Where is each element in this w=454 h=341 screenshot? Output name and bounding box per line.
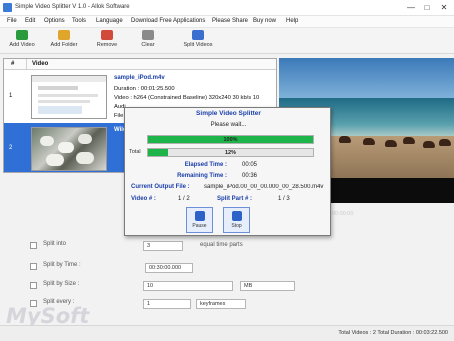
menu-options[interactable]: Options [44, 18, 65, 24]
every-unit-select[interactable]: keyframes [196, 299, 246, 309]
split-into-suffix: equal time parts [200, 242, 243, 248]
clear-icon [142, 30, 154, 40]
split-by-size-label: Split by Size : [43, 281, 80, 287]
menu-bar: File Edit Options Tools Language Downloa… [0, 16, 454, 28]
menu-buy-now[interactable]: Buy now [253, 18, 276, 24]
add-folder-icon [58, 30, 70, 40]
video-duration: Duration : 00:01:25.500 [114, 86, 175, 92]
horse-shape [363, 138, 375, 145]
split-by-time-field[interactable]: 00:30:00.000 [145, 263, 193, 273]
split-by-size-checkbox[interactable] [30, 282, 37, 289]
video-number-value: 1 / 2 [178, 196, 190, 202]
split-videos-button[interactable]: Split Videos [178, 30, 218, 52]
split-into-checkbox[interactable] [30, 242, 37, 249]
split-by-time-checkbox[interactable] [30, 263, 37, 270]
pause-label: Pause [192, 223, 207, 229]
split-into-label: Split into [43, 241, 67, 247]
clear-label: Clear [141, 42, 155, 48]
table-header: # Video [4, 59, 276, 70]
menu-download-free-applications[interactable]: Download Free Applications [131, 18, 205, 24]
menu-edit[interactable]: Edit [25, 18, 35, 24]
file-progress-percent: 100% [223, 137, 238, 143]
remaining-time-label: Remaining Time : [177, 173, 227, 179]
app-icon [3, 3, 12, 12]
app-window: Simple Video Splitter V 1.0 - Allok Soft… [0, 0, 454, 341]
title-bar: Simple Video Splitter V 1.0 - Allok Soft… [0, 0, 454, 16]
header-video: Video [32, 61, 49, 67]
clear-button[interactable]: Clear [128, 30, 168, 52]
horse-shape [403, 137, 415, 144]
menu-tools[interactable]: Tools [72, 18, 86, 24]
row-number: 2 [9, 145, 13, 151]
stop-button[interactable]: Stop [223, 207, 250, 233]
menu-language[interactable]: Language [96, 18, 123, 24]
minimize-button[interactable]: — [404, 2, 418, 13]
add-video-button[interactable]: Add Video [2, 30, 42, 52]
video-thumbnail [31, 75, 107, 119]
horse-shape [339, 136, 351, 143]
split-into-field[interactable]: 3 [143, 241, 183, 251]
total-progress-percent: 12% [224, 150, 236, 156]
video-number-label: Video # : [131, 196, 156, 202]
size-unit-select[interactable]: MB [240, 281, 295, 291]
total-progress-bar: 12% [147, 148, 314, 157]
add-folder-button[interactable]: Add Folder [44, 30, 84, 52]
elapsed-time-value: 00:05 [242, 162, 258, 168]
split-videos-label: Split Videos [183, 42, 213, 48]
pause-button[interactable]: Pause [186, 207, 213, 233]
video-thumbnail [31, 127, 107, 171]
split-by-size-field[interactable]: 10 [143, 281, 233, 291]
remove-icon [101, 30, 113, 40]
header-number: # [11, 61, 15, 67]
toolbar: Add Video Add Folder Remove Clear Split … [0, 28, 454, 54]
add-video-icon [16, 30, 28, 40]
add-video-label: Add Video [9, 42, 35, 48]
add-folder-label: Add Folder [50, 42, 78, 48]
horse-shape [385, 140, 397, 147]
dialog-title: Simple Video Splitter [196, 110, 261, 117]
window-title: Simple Video Splitter V 1.0 - Allok Soft… [15, 4, 130, 10]
progress-dialog: Simple Video Splitter Please wait... 100… [124, 107, 331, 236]
elapsed-time-label: Elapsed Time : [184, 162, 227, 168]
pause-icon [194, 211, 205, 221]
menu-help[interactable]: Help [286, 18, 298, 24]
close-button[interactable]: ✕ [437, 2, 451, 13]
split-every-field[interactable]: 1 [143, 299, 191, 309]
split-videos-icon [192, 30, 204, 40]
status-bar: Total Videos : 2 Total Duration : 00:03:… [0, 325, 454, 341]
split-by-time-label: Split by Time : [43, 262, 81, 268]
stop-icon [231, 211, 242, 221]
header-separator [26, 59, 27, 70]
file-info: File [114, 113, 124, 119]
video-stream: Video : h264 (Constrained Baseline) 320x… [114, 95, 260, 101]
menu-file[interactable]: File [7, 18, 17, 24]
menu-please-share[interactable]: Please Share [212, 18, 248, 24]
split-part-value: 1 / 3 [278, 196, 290, 202]
split-part-label: Split Part # : [217, 196, 253, 202]
horse-shape [439, 139, 451, 146]
stop-label: Stop [231, 223, 242, 229]
remove-button[interactable]: Remove [87, 30, 127, 52]
total-progress-label: Total [129, 149, 141, 155]
horse-shape [423, 141, 435, 148]
preview-sky [279, 58, 454, 98]
current-output-label: Current Output File : [131, 184, 190, 190]
preview-time: 00:00:00 [332, 211, 354, 217]
video-name: sample_iPod.m4v [114, 75, 165, 81]
row-number: 1 [9, 93, 13, 99]
remaining-time-value: 00:36 [242, 173, 258, 179]
dialog-wait-text: Please wait... [210, 122, 247, 128]
status-text: Total Videos : 2 Total Duration : 00:03:… [338, 330, 448, 336]
remove-label: Remove [96, 42, 118, 48]
current-output-value: sample_iPod.00_00_00.000_00_28.500.m4v [204, 184, 324, 190]
maximize-button[interactable]: □ [420, 2, 434, 13]
file-progress-bar: 100% [147, 135, 314, 144]
